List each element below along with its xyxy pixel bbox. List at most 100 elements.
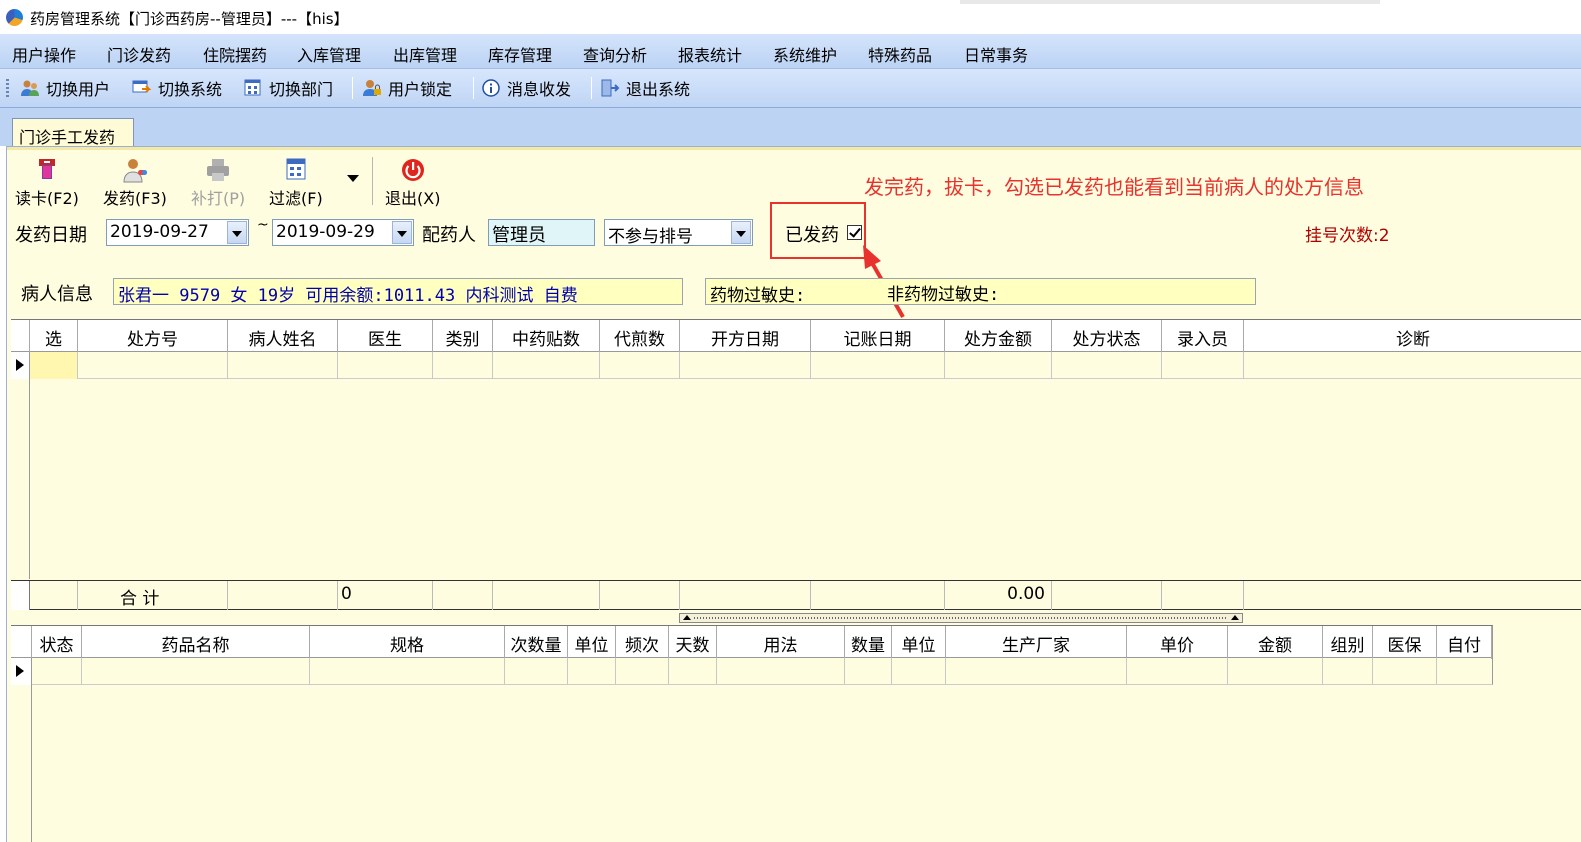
col-group[interactable]: 组别 — [1323, 626, 1373, 659]
message-button[interactable]: 消息收发 — [481, 75, 571, 101]
reprint-button[interactable]: 补打(P) — [191, 157, 245, 209]
col-rx-status[interactable]: 处方状态 — [1052, 320, 1162, 353]
table-cell[interactable] — [78, 352, 228, 379]
table-cell[interactable] — [1244, 352, 1581, 379]
dispensed-checkbox[interactable] — [847, 225, 862, 240]
menu-special-drugs[interactable]: 特殊药品 — [868, 42, 932, 66]
switch-dept-button[interactable]: 切换部门 — [243, 75, 333, 101]
table-row[interactable] — [11, 658, 1493, 685]
table-cell[interactable] — [1323, 658, 1373, 685]
menu-inventory[interactable]: 库存管理 — [488, 42, 552, 66]
queue-select[interactable]: 不参与排号 — [604, 219, 753, 247]
table-cell[interactable] — [310, 658, 505, 685]
table-cell[interactable] — [945, 352, 1052, 379]
table-cell[interactable] — [1228, 658, 1323, 685]
read-card-button[interactable]: 读卡(F2) — [15, 157, 79, 209]
col-billing-date[interactable]: 记账日期 — [811, 320, 945, 353]
col-spec[interactable]: 规格 — [310, 626, 505, 659]
table-cell[interactable] — [1162, 352, 1244, 379]
col-rx-date[interactable]: 开方日期 — [680, 320, 811, 353]
table-cell[interactable] — [946, 658, 1127, 685]
table-cell[interactable] — [493, 352, 600, 379]
col-decoction[interactable]: 代煎数 — [600, 320, 680, 353]
row-indicator-column — [11, 685, 32, 842]
table-cell[interactable] — [717, 658, 845, 685]
menu-daily[interactable]: 日常事务 — [964, 42, 1028, 66]
dispenser-field[interactable]: 管理员 — [488, 219, 595, 246]
col-frequency[interactable]: 频次 — [616, 626, 669, 659]
col-drug-name[interactable]: 药品名称 — [82, 626, 310, 659]
col-operator[interactable]: 录入员 — [1162, 320, 1244, 353]
tab-manual-dispense[interactable]: 门诊手工发药 — [12, 118, 134, 147]
table-row[interactable] — [11, 352, 1581, 379]
col-rx-no[interactable]: 处方号 — [78, 320, 228, 353]
table-cell[interactable] — [811, 352, 945, 379]
dispense-button[interactable]: 发药(F3) — [103, 157, 167, 209]
switch-system-button[interactable]: 切换系统 — [132, 75, 222, 101]
toolbar-grip[interactable] — [6, 79, 9, 97]
table-cell[interactable] — [1437, 658, 1492, 685]
chevron-down-icon[interactable] — [392, 221, 412, 244]
col-insurance[interactable]: 医保 — [1373, 626, 1437, 659]
menu-inpatient-dispense[interactable]: 住院摆药 — [203, 42, 267, 66]
col-status[interactable]: 状态 — [32, 626, 82, 659]
menu-system[interactable]: 系统维护 — [773, 42, 837, 66]
filter-dropdown-arrow-icon[interactable] — [347, 175, 359, 182]
table-cell[interactable] — [228, 352, 338, 379]
table-cell[interactable] — [616, 658, 669, 685]
chevron-down-icon[interactable] — [227, 221, 247, 244]
col-self-pay[interactable]: 自付 — [1437, 626, 1492, 659]
date-to-picker[interactable]: 2019-09-29 — [272, 219, 414, 246]
table-cell[interactable] — [669, 658, 717, 685]
table-cell[interactable] — [680, 352, 811, 379]
table-cell[interactable] — [845, 658, 892, 685]
table-cell[interactable] — [600, 352, 680, 379]
table-cell[interactable] — [892, 658, 946, 685]
col-category[interactable]: 类别 — [433, 320, 493, 353]
summary-cell — [1052, 581, 1162, 610]
table-cell[interactable] — [32, 658, 82, 685]
toolbar-separator — [473, 77, 474, 99]
table-cell[interactable] — [82, 658, 310, 685]
switch-user-button[interactable]: 切换用户 — [20, 75, 110, 101]
col-dose-qty[interactable]: 次数量 — [505, 626, 568, 659]
col-tcm-doses[interactable]: 中药贴数 — [493, 320, 600, 353]
col-manufacturer[interactable]: 生产厂家 — [946, 626, 1127, 659]
col-dose-unit[interactable]: 单位 — [568, 626, 616, 659]
table-cell[interactable] — [338, 352, 433, 379]
summary-cell — [433, 581, 493, 610]
exit-system-button[interactable]: 退出系统 — [600, 75, 690, 101]
menu-query[interactable]: 查询分析 — [583, 42, 647, 66]
col-days[interactable]: 天数 — [669, 626, 717, 659]
col-quantity[interactable]: 数量 — [845, 626, 892, 659]
filter-button[interactable]: 过滤(F) — [269, 157, 323, 209]
grid-splitter[interactable] — [679, 613, 1243, 623]
table-cell[interactable] — [505, 658, 568, 685]
col-patient-name[interactable]: 病人姓名 — [228, 320, 338, 353]
table-cell[interactable] — [1373, 658, 1437, 685]
card-reader-icon — [33, 157, 61, 183]
exit-button[interactable]: 退出(X) — [385, 157, 440, 209]
col-unit-price[interactable]: 单价 — [1127, 626, 1228, 659]
col-rx-amount[interactable]: 处方金额 — [945, 320, 1052, 353]
app-logo-icon — [6, 9, 23, 26]
col-select[interactable]: 选 — [30, 320, 78, 353]
select-cell[interactable] — [30, 352, 78, 379]
col-usage[interactable]: 用法 — [717, 626, 845, 659]
col-diagnosis[interactable]: 诊断 — [1244, 320, 1581, 353]
col-unit[interactable]: 单位 — [892, 626, 946, 659]
table-cell[interactable] — [433, 352, 493, 379]
menu-stock-in[interactable]: 入库管理 — [297, 42, 361, 66]
menu-user-ops[interactable]: 用户操作 — [12, 42, 76, 66]
menu-reports[interactable]: 报表统计 — [678, 42, 742, 66]
date-from-picker[interactable]: 2019-09-27 — [106, 219, 249, 246]
table-cell[interactable] — [1052, 352, 1162, 379]
user-lock-button[interactable]: 用户锁定 — [362, 75, 452, 101]
chevron-down-icon[interactable] — [731, 221, 751, 244]
table-cell[interactable] — [568, 658, 616, 685]
col-doctor[interactable]: 医生 — [338, 320, 433, 353]
col-amount[interactable]: 金额 — [1228, 626, 1323, 659]
menu-stock-out[interactable]: 出库管理 — [393, 42, 457, 66]
menu-outpatient-dispense[interactable]: 门诊发药 — [107, 42, 171, 66]
table-cell[interactable] — [1127, 658, 1228, 685]
